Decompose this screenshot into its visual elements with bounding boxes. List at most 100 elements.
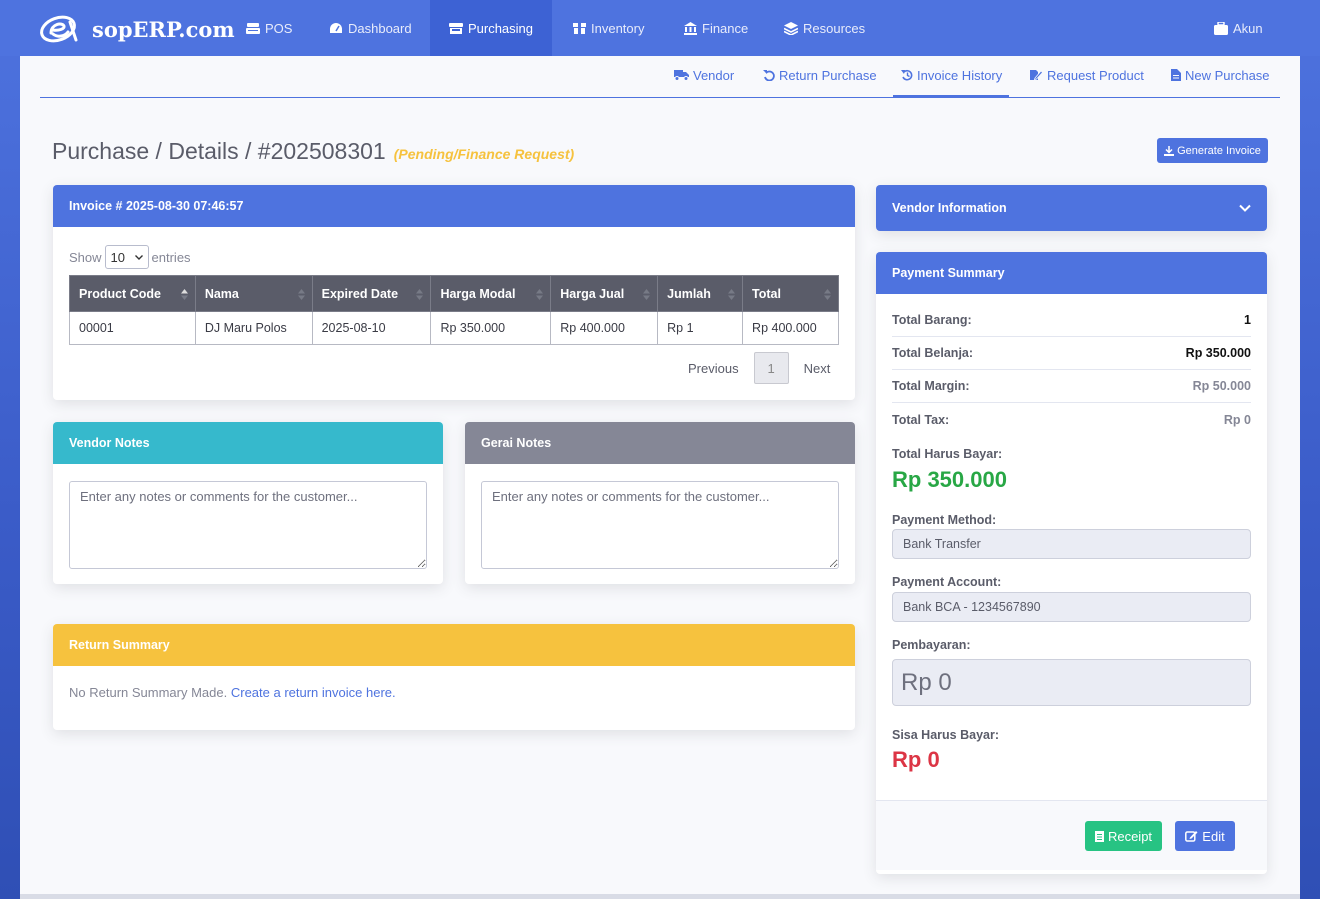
return-summary-text: No Return Summary Made. Create a return … xyxy=(69,685,396,700)
vendor-information-card[interactable]: Vendor Information xyxy=(876,185,1267,231)
brand-logo-icon xyxy=(40,15,78,43)
pembayaran-input[interactable]: Rp 0 xyxy=(892,659,1251,706)
sisa-harus-bayar-value: Rp 0 xyxy=(892,747,940,772)
receipt-label: Receipt xyxy=(1107,828,1153,844)
pembayaran-label: Pembayaran: xyxy=(892,638,971,652)
generate-invoice-label: Generate Invoice xyxy=(1177,144,1261,157)
bank-icon xyxy=(684,21,697,35)
invoice-card-header: Invoice # 2025-08-30 07:46:57 xyxy=(53,185,855,227)
edit-icon xyxy=(1185,831,1198,842)
history-icon xyxy=(901,69,913,81)
entries-select-value: 10 xyxy=(110,249,125,265)
table-cell: 00001 xyxy=(69,311,196,345)
brand-name: sopERP.com xyxy=(92,16,235,42)
undo-icon xyxy=(763,70,775,81)
cash-register-icon xyxy=(246,22,260,34)
subnav-invoice-history-label: Invoice History xyxy=(917,68,1003,83)
subnav-vendor-label: Vendor xyxy=(693,68,735,83)
summary-value: Rp 50.000 xyxy=(1192,379,1251,393)
sort-icon xyxy=(824,289,831,300)
generate-invoice-button[interactable]: Generate Invoice xyxy=(1157,138,1268,163)
subnav-new-purchase-label: New Purchase xyxy=(1185,68,1270,83)
nav-account[interactable]: Akun xyxy=(1200,0,1277,56)
sort-icon xyxy=(536,289,544,300)
subnav-return-purchase[interactable]: Return Purchase xyxy=(763,68,877,98)
bottom-footer-bar xyxy=(20,894,1300,899)
column-header-label: Total xyxy=(752,286,781,301)
total-harus-bayar-value: Rp 350.000 xyxy=(892,467,1007,492)
nav-resources[interactable]: Resources xyxy=(770,0,879,56)
nav-dashboard[interactable]: Dashboard xyxy=(315,0,426,56)
payment-summary-footer: Receipt Edit xyxy=(876,800,1267,870)
nav-pos[interactable]: POS xyxy=(232,0,306,56)
nav-finance[interactable]: Finance xyxy=(670,0,762,56)
nav-inventory-label: Inventory xyxy=(591,20,645,36)
payment-method-field[interactable]: Bank Transfer xyxy=(892,529,1251,559)
invoice-card: Invoice # 2025-08-30 07:46:57 Show 10 en… xyxy=(53,185,855,400)
column-header-harga-jual[interactable]: Harga Jual xyxy=(550,275,659,312)
sort-asc-icon xyxy=(180,289,188,300)
receipt-button[interactable]: Receipt xyxy=(1085,821,1162,851)
edit-file-icon xyxy=(1030,70,1043,81)
sort-icon xyxy=(728,289,736,300)
table-cell: Rp 1 xyxy=(657,311,744,345)
file-icon xyxy=(1171,69,1181,81)
pagination-page-1[interactable]: 1 xyxy=(753,352,789,384)
summary-value: Rp 0 xyxy=(1223,412,1251,427)
total-harus-bayar-label: Total Harus Bayar: xyxy=(892,447,1003,461)
column-header-label: Harga Modal xyxy=(440,286,516,301)
column-header-expired-date[interactable]: Expired Date xyxy=(311,275,432,312)
column-header-harga-modal[interactable]: Harga Modal xyxy=(430,275,552,312)
nav-finance-label: Finance xyxy=(702,20,749,36)
column-header-label: Harga Jual xyxy=(560,286,625,301)
subnav-new-purchase[interactable]: New Purchase xyxy=(1171,68,1270,98)
column-header-label: Expired Date xyxy=(321,286,399,301)
page-title: Purchase / Details / #202508301 xyxy=(52,138,386,164)
column-header-total[interactable]: Total xyxy=(742,275,839,312)
summary-label: Total Margin: xyxy=(892,379,970,393)
content-area: Vendor Return Purchase Invoice History R… xyxy=(20,56,1300,899)
create-return-invoice-link[interactable]: Create a return invoice here. xyxy=(231,685,396,700)
vendor-information-title: Vendor Information xyxy=(892,201,1007,215)
vendor-notes-textarea[interactable] xyxy=(69,481,427,569)
return-summary-card: Return Summary No Return Summary Made. C… xyxy=(53,624,855,730)
layers-icon xyxy=(784,21,798,35)
pagination-next[interactable]: Next xyxy=(789,361,846,376)
payment-method-label: Payment Method: xyxy=(892,513,997,527)
payment-account-field[interactable]: Bank BCA - 1234567890 xyxy=(892,592,1251,622)
subnav-request-product-label: Request Product xyxy=(1047,68,1144,83)
show-label: Show xyxy=(69,249,102,265)
nav-dashboard-label: Dashboard xyxy=(348,20,412,36)
invoice-card-title: Invoice # 2025-08-30 07:46:57 xyxy=(69,199,244,213)
table-cell: Rp 400.000 xyxy=(742,311,839,345)
gerai-notes-header: Gerai Notes xyxy=(465,422,855,464)
vendor-information-header[interactable]: Vendor Information xyxy=(876,185,1267,231)
gerai-notes-textarea[interactable] xyxy=(481,481,839,569)
column-header-product-code[interactable]: Product Code xyxy=(69,275,196,312)
column-header-jumlah[interactable]: Jumlah xyxy=(657,275,744,312)
summary-label: Total Barang: xyxy=(892,313,972,327)
nav-purchasing[interactable]: Purchasing xyxy=(430,0,552,56)
pagination-previous[interactable]: Previous xyxy=(673,361,754,376)
payment-method-value: Bank Transfer xyxy=(903,537,981,551)
vendor-notes-header: Vendor Notes xyxy=(53,422,443,464)
brand[interactable]: sopERP.com xyxy=(38,12,235,46)
payment-summary-header: Payment Summary xyxy=(876,252,1267,294)
page-title-row: Purchase / Details / #202508301 (Pending… xyxy=(52,138,574,165)
chevron-down-icon xyxy=(1239,204,1251,212)
subnav-request-product[interactable]: Request Product xyxy=(1029,68,1144,98)
gerai-notes-card: Gerai Notes xyxy=(465,422,855,584)
box-icon xyxy=(573,22,586,34)
edit-label: Edit xyxy=(1202,828,1225,844)
column-header-label: Jumlah xyxy=(667,286,711,301)
payment-account-label: Payment Account: xyxy=(892,575,1002,589)
nav-inventory[interactable]: Inventory xyxy=(559,0,658,56)
entries-select[interactable]: 10 xyxy=(104,245,149,269)
table-header-row: Product Code Nama Expired Date Harga Mod… xyxy=(69,275,839,312)
edit-button[interactable]: Edit xyxy=(1175,821,1235,851)
tachometer-icon xyxy=(330,22,342,33)
subnav-invoice-history[interactable]: Invoice History xyxy=(893,68,1009,98)
subnav-vendor[interactable]: Vendor xyxy=(674,68,734,98)
top-navbar: sopERP.com POS Dashboard Purchasing Inve… xyxy=(0,0,1320,56)
column-header-nama[interactable]: Nama xyxy=(194,275,313,312)
